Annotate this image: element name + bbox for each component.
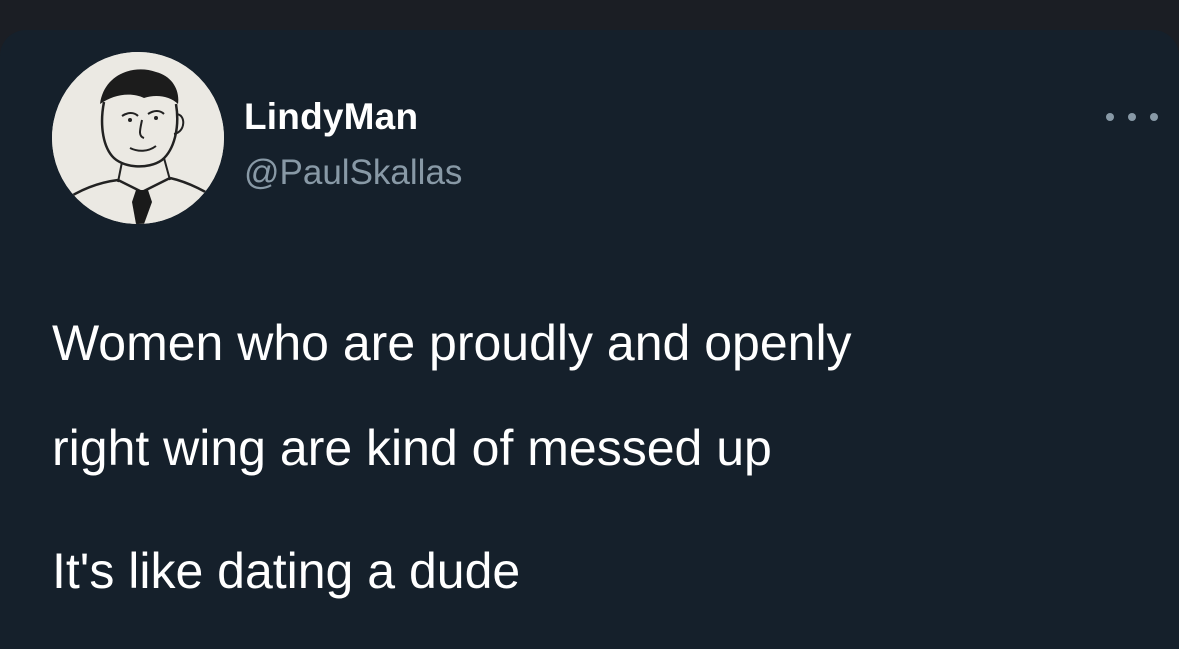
ellipsis-dot: [1150, 113, 1158, 121]
more-options-button[interactable]: [1106, 104, 1158, 130]
ellipsis-dot: [1106, 113, 1114, 121]
author-display-name[interactable]: LindyMan: [244, 96, 418, 138]
tweet-text-line: It's like dating a dude: [52, 543, 521, 599]
author-handle[interactable]: @PaulSkallas: [244, 153, 462, 193]
ellipsis-dot: [1128, 113, 1136, 121]
tweet-text-line: right wing are kind of messed up: [52, 420, 772, 476]
tweet-text-line: Women who are proudly and openly: [52, 315, 852, 371]
portrait-sketch-icon: [52, 52, 224, 224]
avatar[interactable]: [52, 52, 224, 224]
